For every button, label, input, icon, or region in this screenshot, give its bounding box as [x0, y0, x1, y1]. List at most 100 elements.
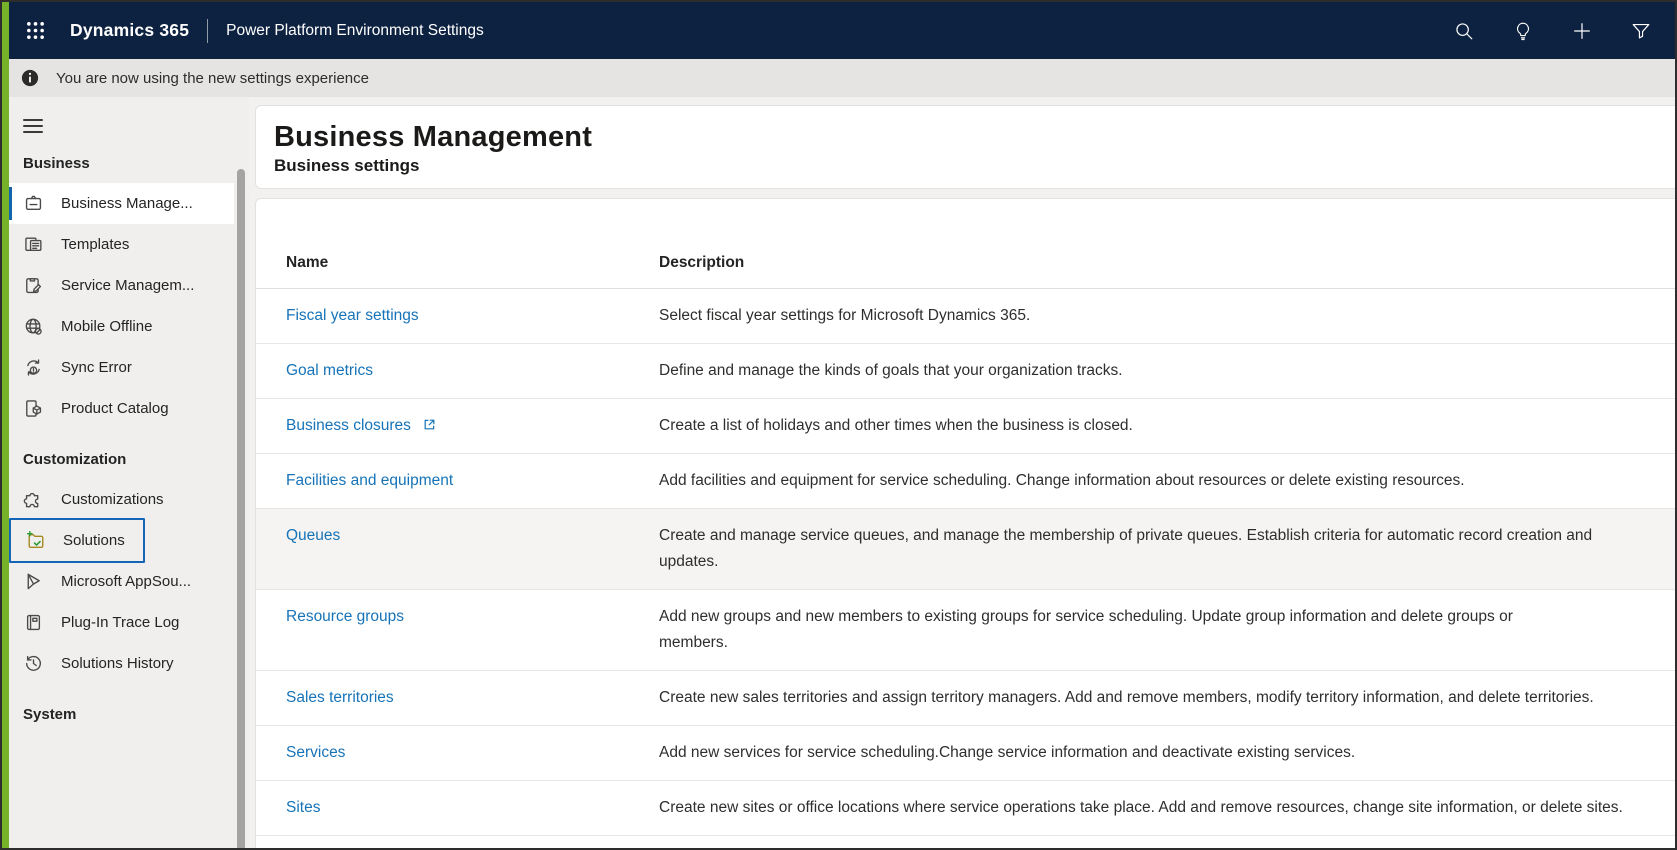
table-row-sales-territories: Sales territories Create new sales terri… [256, 671, 1675, 726]
link-goal-metrics[interactable]: Goal metrics [286, 362, 373, 379]
sync-error-icon [23, 357, 44, 378]
environment-settings-title: Power Platform Environment Settings [226, 21, 484, 39]
table-row-goal-metrics: Goal metrics Define and manage the kinds… [256, 344, 1675, 399]
sidebar-item-label: Business Manage... [61, 195, 193, 212]
customizations-icon [23, 489, 44, 510]
sidebar-section-customization: Customization [23, 451, 127, 468]
sidebar-item-customizations[interactable]: Customizations [9, 479, 234, 520]
table-row-fiscal-year-settings: Fiscal year settings Select fiscal year … [256, 289, 1675, 344]
row-description: Define and manage the kinds of goals tha… [659, 358, 1675, 384]
page-header-card: Business Management Business settings [255, 105, 1675, 189]
app-launcher-icon[interactable] [22, 18, 48, 44]
sidebar-item-label: Mobile Offline [61, 318, 153, 335]
description-line: Define and manage the kinds of goals tha… [659, 362, 1123, 379]
business-management-icon [23, 193, 44, 214]
description-line: Add facilities and equipment for service… [659, 472, 1465, 489]
row-description: Create and manage service queues, and ma… [659, 523, 1675, 575]
column-header-description: Description [659, 254, 745, 271]
page-title: Business Management [274, 121, 593, 153]
plugin-trace-log-icon [23, 612, 44, 633]
topbar-actions [1452, 19, 1653, 43]
table-row-resource-groups: Resource groups Add new groups and new m… [256, 590, 1675, 671]
sidebar-scrollbar [234, 97, 249, 848]
table-row-queues: Queues Create and manage service queues,… [256, 509, 1675, 590]
sidebar-item-label: Sync Error [61, 359, 132, 376]
sidebar-item-label: Solutions [63, 532, 125, 549]
templates-icon [23, 234, 44, 255]
description-line: Add new groups and new members to existi… [659, 608, 1513, 625]
sidebar-section-business: Business [23, 155, 90, 172]
sidebar-section-system: System [23, 706, 77, 723]
row-description: Create new sites or office locations whe… [659, 795, 1675, 821]
app-title[interactable]: Dynamics 365 [70, 20, 189, 41]
link-sales-territories[interactable]: Sales territories [286, 689, 394, 706]
sidebar-item-label: Service Managem... [61, 277, 195, 294]
sidebar-item-label: Templates [61, 236, 130, 253]
table-row-sites: Sites Create new sites or office locatio… [256, 781, 1675, 836]
row-description: Create new sales territories and assign … [659, 685, 1675, 711]
add-icon[interactable] [1570, 19, 1594, 43]
info-icon [21, 69, 39, 87]
product-catalog-icon [23, 398, 44, 419]
settings-table-card: Name Description Fiscal year settings Se… [255, 198, 1675, 848]
info-banner: You are now using the new settings exper… [2, 59, 1675, 97]
link-facilities-and-equipment[interactable]: Facilities and equipment [286, 472, 453, 489]
description-line: Select fiscal year settings for Microsof… [659, 307, 1031, 324]
link-resource-groups[interactable]: Resource groups [286, 608, 404, 625]
link-sites[interactable]: Sites [286, 799, 320, 816]
row-description: Select fiscal year settings for Microsof… [659, 303, 1675, 329]
sidebar-item-product-catalog[interactable]: Product Catalog [9, 388, 234, 429]
description-line: Create and manage service queues, and ma… [659, 527, 1593, 544]
description-line: updates. [659, 553, 719, 570]
sidebar-scrollbar-thumb[interactable] [237, 169, 245, 848]
row-description: Add new groups and new members to existi… [659, 604, 1675, 656]
mobile-offline-icon [23, 316, 44, 337]
sidebar-item-business-manage[interactable]: Business Manage... [9, 183, 234, 224]
link-services[interactable]: Services [286, 744, 345, 761]
sidebar-item-microsoft-appsou[interactable]: Microsoft AppSou... [9, 561, 234, 602]
page-subtitle: Business settings [274, 156, 420, 175]
solutions-history-icon [23, 653, 44, 674]
sidebar-item-label: Plug-In Trace Log [61, 614, 180, 631]
table-row-business-closures: Business closures Create a list of holid… [256, 399, 1675, 454]
sidebar-item-service-managem[interactable]: Service Managem... [9, 265, 234, 306]
banner-message: You are now using the new settings exper… [56, 69, 369, 87]
table-header-row: Name Description [256, 199, 1675, 289]
sidebar-item-label: Product Catalog [61, 400, 169, 417]
row-description: Create a list of holidays and other time… [659, 413, 1675, 439]
link-fiscal-year-settings[interactable]: Fiscal year settings [286, 307, 419, 324]
description-line: Create new sales territories and assign … [659, 689, 1594, 706]
window-edge-strip [2, 2, 9, 848]
lightbulb-icon[interactable] [1511, 19, 1535, 43]
sidebar-item-solutions-history[interactable]: Solutions History [9, 643, 234, 684]
sidebar-item-label: Solutions History [61, 655, 174, 672]
link-business-closures[interactable]: Business closures [286, 417, 411, 434]
row-description: Add new services for service scheduling.… [659, 740, 1675, 766]
filter-icon[interactable] [1629, 19, 1653, 43]
description-line: members. [659, 634, 728, 651]
top-navigation-bar: Dynamics 365 Power Platform Environment … [2, 2, 1675, 59]
table-row-facilities-and-equipment: Facilities and equipment Add facilities … [256, 454, 1675, 509]
solutions-icon [25, 530, 46, 551]
description-line: Create new sites or office locations whe… [659, 799, 1623, 816]
description-line: Add new services for service scheduling.… [659, 744, 1356, 761]
hamburger-icon[interactable] [23, 119, 43, 133]
description-line: Create a list of holidays and other time… [659, 417, 1133, 434]
search-icon[interactable] [1452, 19, 1476, 43]
topbar-divider [207, 18, 209, 43]
sidebar-item-solutions[interactable]: Solutions [9, 518, 145, 563]
link-queues[interactable]: Queues [286, 527, 340, 544]
sidebar-item-sync-error[interactable]: Sync Error [9, 347, 234, 388]
external-link-icon [422, 415, 437, 430]
app-window: Dynamics 365 Power Platform Environment … [0, 0, 1677, 850]
sidebar-item-label: Microsoft AppSou... [61, 573, 192, 590]
sidebar-item-templates[interactable]: Templates [9, 224, 234, 265]
table-row-services: Services Add new services for service sc… [256, 726, 1675, 781]
service-management-icon [23, 275, 44, 296]
main-content: Business Management Business settings Na… [249, 97, 1675, 848]
column-header-name: Name [286, 254, 329, 271]
appsource-icon [23, 571, 44, 592]
sidebar-item-plug-in-trace-log[interactable]: Plug-In Trace Log [9, 602, 234, 643]
sidebar-item-mobile-offline[interactable]: Mobile Offline [9, 306, 234, 347]
settings-sidebar: Business Business Manage... Templates Se… [9, 97, 234, 848]
